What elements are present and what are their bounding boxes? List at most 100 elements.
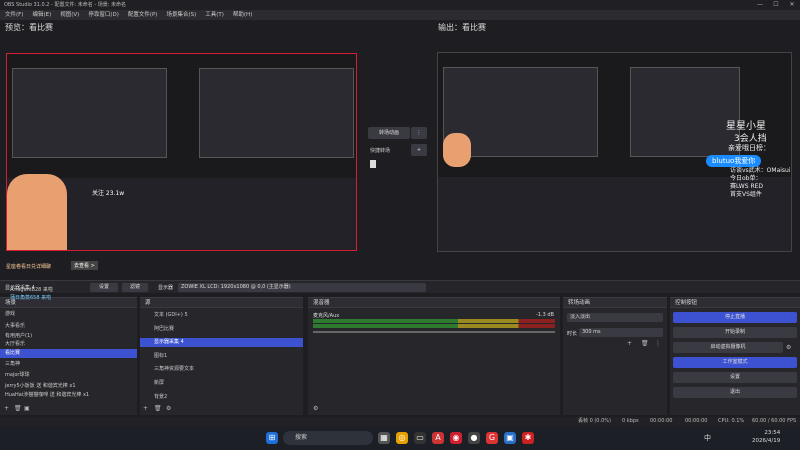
scene-item[interactable]: 大厅看乐 (0, 340, 137, 349)
source-toolbar: 显示器采集 4 设置 滤镜 显示器 ZOWIE XL LCD: 1920x108… (0, 280, 800, 293)
scene-item[interactable]: 大事看乐 (0, 322, 137, 331)
source-item[interactable]: 背景2 (140, 393, 303, 402)
avatar-character (443, 133, 471, 167)
scene-item[interactable]: 三角神 (0, 360, 137, 369)
overlay-viewers: 关注 23.1w (92, 190, 125, 197)
remove-scene-icon[interactable]: 🗑 (14, 405, 22, 413)
menu-file[interactable]: 文件(F) (5, 10, 23, 20)
source-item[interactable]: 文本 (GDI+) 5 (140, 311, 303, 320)
menu-view[interactable]: 视图(V) (60, 10, 79, 20)
transition-button[interactable]: 转场动画 (368, 127, 410, 139)
scene-item[interactable]: 游戏 (0, 310, 137, 319)
program-list-item: 访谈vs武术：OMaisui (730, 167, 791, 174)
remove-source-icon[interactable]: 🗑 (154, 405, 162, 413)
status-bitrate: 0 kbps (622, 418, 639, 424)
app-icon[interactable]: ▣ (504, 432, 516, 444)
add-transition-icon[interactable]: + (627, 340, 632, 348)
display-label: 显示器 (158, 285, 174, 291)
sources-panel-title: 源 (140, 298, 303, 308)
program-label: 输出：看比赛 (438, 23, 486, 32)
duration-label: 时长 (567, 331, 578, 337)
mixer-channel-name: 麦克风/Aux (313, 313, 340, 319)
status-time: 00:00:00 (650, 418, 673, 424)
t-bar-slider[interactable] (370, 160, 376, 168)
filter-scene-icon[interactable]: ▣ (24, 405, 30, 413)
volume-slider[interactable] (313, 331, 555, 333)
program-text1: 星星小星 (726, 121, 766, 132)
transition-dots-button[interactable]: ⋮ (411, 127, 427, 139)
taskbar: ⊞ 搜索 ▦ ◎ ▭ A ◉ ● G ▣ ✱ 中 23:54 2026/4/19 (0, 426, 800, 450)
mixer-settings-icon[interactable]: ⚙ (313, 405, 318, 413)
quick-transition-label: 快捷转场 (370, 148, 391, 154)
duration-input[interactable]: 300 ms (579, 328, 663, 337)
clock-time: 23:54 (764, 430, 781, 436)
folder-icon[interactable]: ▭ (414, 432, 426, 444)
menu-scene-collection[interactable]: 场景集合(S) (166, 10, 196, 20)
menu-profile[interactable]: 配置文件(P) (128, 10, 158, 20)
remove-transition-icon[interactable]: 🗑 (641, 340, 649, 348)
windows-start-icon[interactable]: ⊞ (266, 432, 278, 444)
transitions-panel-title: 转场动画 (563, 298, 667, 308)
transition-select[interactable]: 淡入淡出 (567, 313, 663, 322)
taskview-icon[interactable]: ▦ (378, 432, 390, 444)
start-record-button[interactable]: 开始录制 (673, 327, 797, 338)
mixer-db: -1.3 dB (536, 312, 554, 318)
status-time: 00:00:00 (685, 418, 708, 424)
transitions-panel: 转场动画 淡入淡出 时长 300 ms + 🗑 ⋮ (563, 297, 667, 415)
app-icon[interactable]: A (432, 432, 444, 444)
preview-label: 预览：看比赛 (5, 23, 53, 32)
add-scene-icon[interactable]: + (4, 405, 9, 413)
taskbar-search[interactable]: 搜索 (283, 431, 373, 445)
source-item[interactable]: 三角神资源要文本 (140, 365, 303, 374)
program-text3: 亲爱哦日榜： (728, 144, 770, 152)
window-titlebar: OBS Studio 31.0.2 - 配置文件: 未命名 - 场景: 未命名 … (0, 0, 800, 10)
netease-icon[interactable]: ◉ (450, 432, 462, 444)
chrome-icon[interactable]: ◎ (396, 432, 408, 444)
source-item[interactable]: 图标1 (140, 352, 303, 361)
overlay-caption: 星座卷看日兑详细聊 (6, 264, 52, 270)
settings-button[interactable]: 设置 (673, 372, 797, 383)
mixer-meter (313, 324, 555, 328)
program-list-item: 今日ob单： (730, 175, 762, 182)
scene-item[interactable]: major球球 (0, 371, 137, 380)
source-item[interactable]: 阿巴比赛 (140, 325, 303, 334)
studio-mode-button[interactable]: 工作室模式 (673, 357, 797, 368)
nested-window (199, 68, 354, 158)
chat-message: HuaHai涉猫猫咖啡 送 和谐宾光棒 x1 (5, 392, 90, 398)
chat-header: Arrogant828 来啦 蒲日角蒸658 来啦 (0, 281, 85, 301)
source-item-selected[interactable]: 显示器采集 4 (140, 338, 303, 347)
program-list-item: 首支VS组件 (730, 191, 762, 198)
mixer-meter (313, 319, 555, 323)
source-filters-button[interactable]: 滤镜 (122, 283, 148, 292)
app-icon[interactable]: ✱ (522, 432, 534, 444)
stop-stream-button[interactable]: 停止直播 (673, 312, 797, 323)
virtual-camera-settings-icon[interactable]: ⚙ (786, 344, 791, 352)
overlay-button: 去查看 > (71, 261, 98, 270)
app-icon[interactable]: G (486, 432, 498, 444)
maximize-button[interactable]: ☐ (768, 0, 784, 10)
virtual-camera-button[interactable]: 启动虚拟摄像机 (673, 342, 783, 353)
scenes-panel: 场景 游戏 大事看乐 有用用户(1) 大厅看乐 看比赛 三角神 major球球 … (0, 297, 137, 415)
ime-indicator[interactable]: 中 (704, 433, 711, 443)
transition-more-icon[interactable]: ⋮ (655, 340, 661, 348)
sources-panel: 源 文本 (GDI+) 5 阿巴比赛 显示器采集 4 图标1 三角神资源要文本 … (140, 297, 303, 415)
menu-tools[interactable]: 工具(T) (205, 10, 224, 20)
obs-icon[interactable]: ● (468, 432, 480, 444)
scene-item-selected[interactable]: 看比赛 (0, 349, 137, 358)
exit-button[interactable]: 退出 (673, 387, 797, 398)
add-quick-transition-button[interactable]: + (411, 144, 427, 156)
close-button[interactable]: ✕ (784, 0, 800, 10)
minimize-button[interactable]: — (752, 0, 768, 10)
source-item[interactable]: 新屏 (140, 379, 303, 388)
display-select[interactable]: ZOWIE XL LCD: 1920x1080 @ 0,0 (主显示器) (178, 283, 426, 292)
program-list: 访谈vs武术：OMaisui 今日ob单： 赛LWS RED 首支VS组件 (730, 167, 791, 199)
menu-docks[interactable]: 停靠窗口(D) (88, 10, 119, 20)
menu-help[interactable]: 帮助(H) (233, 10, 252, 20)
window-title: OBS Studio 31.0.2 - 配置文件: 未命名 - 场景: 未命名 (4, 2, 126, 8)
source-settings-button[interactable]: 设置 (90, 283, 118, 292)
menu-edit[interactable]: 编辑(E) (32, 10, 51, 20)
preview-canvas[interactable]: 关注 23.1w 星座卷看日兑详细聊 (6, 53, 357, 251)
add-source-icon[interactable]: + (143, 405, 148, 413)
taskbar-clock[interactable]: 23:54 2026/4/19 (752, 429, 780, 445)
source-properties-icon[interactable]: ⚙ (166, 405, 171, 413)
